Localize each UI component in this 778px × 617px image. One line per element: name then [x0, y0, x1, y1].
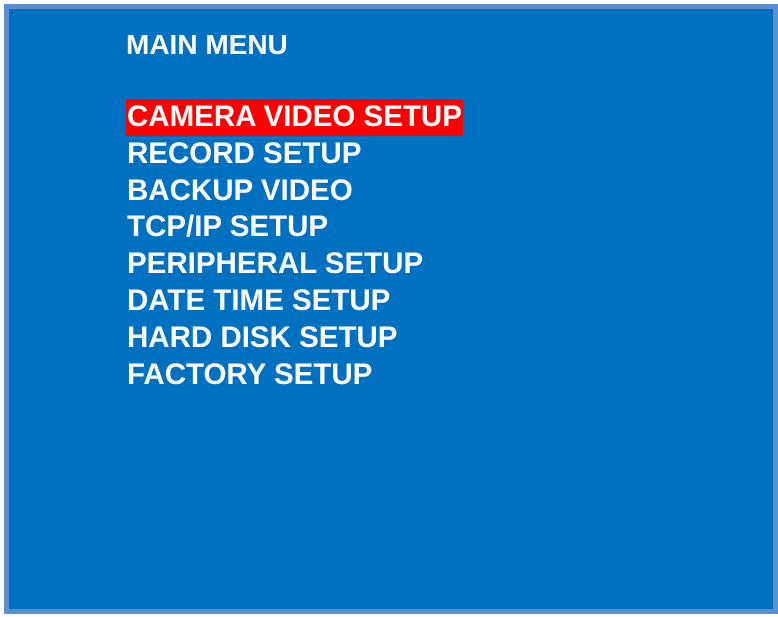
menu-item-label: RECORD SETUP — [127, 136, 362, 170]
menu-item-camera-video-setup[interactable]: CAMERA VIDEO SETUP — [126, 99, 463, 136]
menu-item-tcpip-setup[interactable]: TCP/IP SETUP — [126, 209, 463, 246]
menu-item-date-time-setup[interactable]: DATE TIME SETUP — [126, 283, 463, 320]
menu-item-factory-setup[interactable]: FACTORY SETUP — [126, 357, 463, 394]
menu-item-label: FACTORY SETUP — [127, 357, 373, 391]
menu-title: MAIN MENU — [126, 29, 288, 60]
menu-item-label: CAMERA VIDEO SETUP — [126, 99, 463, 136]
main-menu-list: CAMERA VIDEO SETUP RECORD SETUP BACKUP V… — [126, 99, 463, 393]
menu-item-backup-video[interactable]: BACKUP VIDEO — [126, 173, 463, 210]
dvr-main-menu-screen: MAIN MENU CAMERA VIDEO SETUP RECORD SETU… — [4, 4, 778, 614]
menu-item-label: TCP/IP SETUP — [127, 210, 329, 244]
menu-item-label: PERIPHERAL SETUP — [127, 247, 424, 281]
menu-item-label: DATE TIME SETUP — [127, 283, 391, 317]
menu-item-hard-disk-setup[interactable]: HARD DISK SETUP — [126, 320, 463, 357]
menu-item-peripheral-setup[interactable]: PERIPHERAL SETUP — [126, 246, 463, 283]
menu-item-label: HARD DISK SETUP — [127, 320, 398, 354]
menu-item-label: BACKUP VIDEO — [127, 173, 353, 207]
menu-item-record-setup[interactable]: RECORD SETUP — [126, 136, 463, 173]
